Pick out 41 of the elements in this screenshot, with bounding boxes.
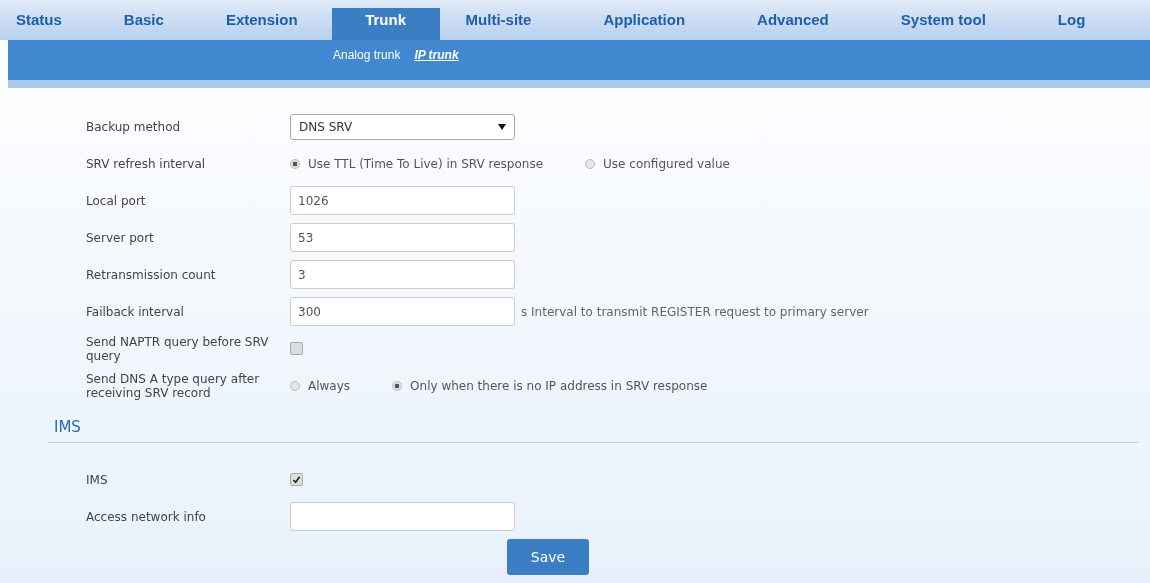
field-label: Server port (85, 230, 155, 245)
input-field[interactable]: 3 (290, 260, 515, 289)
field-hint: s Interval to transmit REGISTER request to primary server (521, 304, 869, 319)
backup-method-select[interactable]: DNS SRV (290, 113, 515, 140)
radio-button[interactable] (392, 380, 403, 391)
nav-tab[interactable]: System tool (874, 8, 1032, 40)
radio-label: Always (308, 378, 351, 393)
nav-tab[interactable]: Multi-site (439, 8, 578, 40)
radio-button[interactable] (290, 158, 300, 169)
radio-label: Use configured value (603, 156, 730, 171)
checkbox[interactable] (290, 342, 303, 355)
nav-tab[interactable]: Log (1031, 8, 1112, 40)
nav-tab[interactable]: Status (8, 8, 98, 40)
radio-label: Only when there is no IP address in SRV response (410, 378, 708, 393)
input-field[interactable]: 300 (290, 297, 515, 326)
field-label: Send DNS A type query after receiving SRV record (85, 371, 261, 400)
nav-tab[interactable]: Trunk (331, 8, 440, 40)
radio-button[interactable] (585, 158, 596, 169)
input-field[interactable]: 1026 (290, 186, 515, 215)
field-label: SRV refresh interval (85, 156, 207, 171)
nav-tab[interactable]: Basic (97, 8, 200, 40)
field-label: Local port (85, 193, 147, 208)
field-label: IMS (85, 472, 109, 487)
sub-tab[interactable]: IP trunk (414, 48, 459, 62)
field-label: Failback interval (85, 304, 185, 319)
checkbox[interactable] (290, 473, 303, 486)
radio-button[interactable] (290, 380, 300, 391)
radio-label: Use TTL (Time To Live) in SRV response (308, 156, 544, 171)
field-label: Access network info (85, 509, 207, 524)
save-button[interactable]: Save (507, 539, 589, 575)
sub-tab[interactable]: Analog trunk (333, 48, 401, 62)
field-label: Send NAPTR query before SRV query (85, 334, 270, 363)
nav-tab[interactable]: Advanced (731, 8, 875, 40)
field-label: Retransmission count (85, 267, 217, 282)
nav-tab[interactable]: Extension (199, 8, 332, 40)
section-title: IMS (48, 410, 1138, 443)
caret-icon (498, 123, 506, 130)
input-field[interactable] (290, 502, 515, 531)
nav-tab[interactable]: Application (577, 8, 732, 40)
field-label: Backup method (85, 119, 182, 134)
input-field[interactable]: 53 (290, 223, 515, 252)
